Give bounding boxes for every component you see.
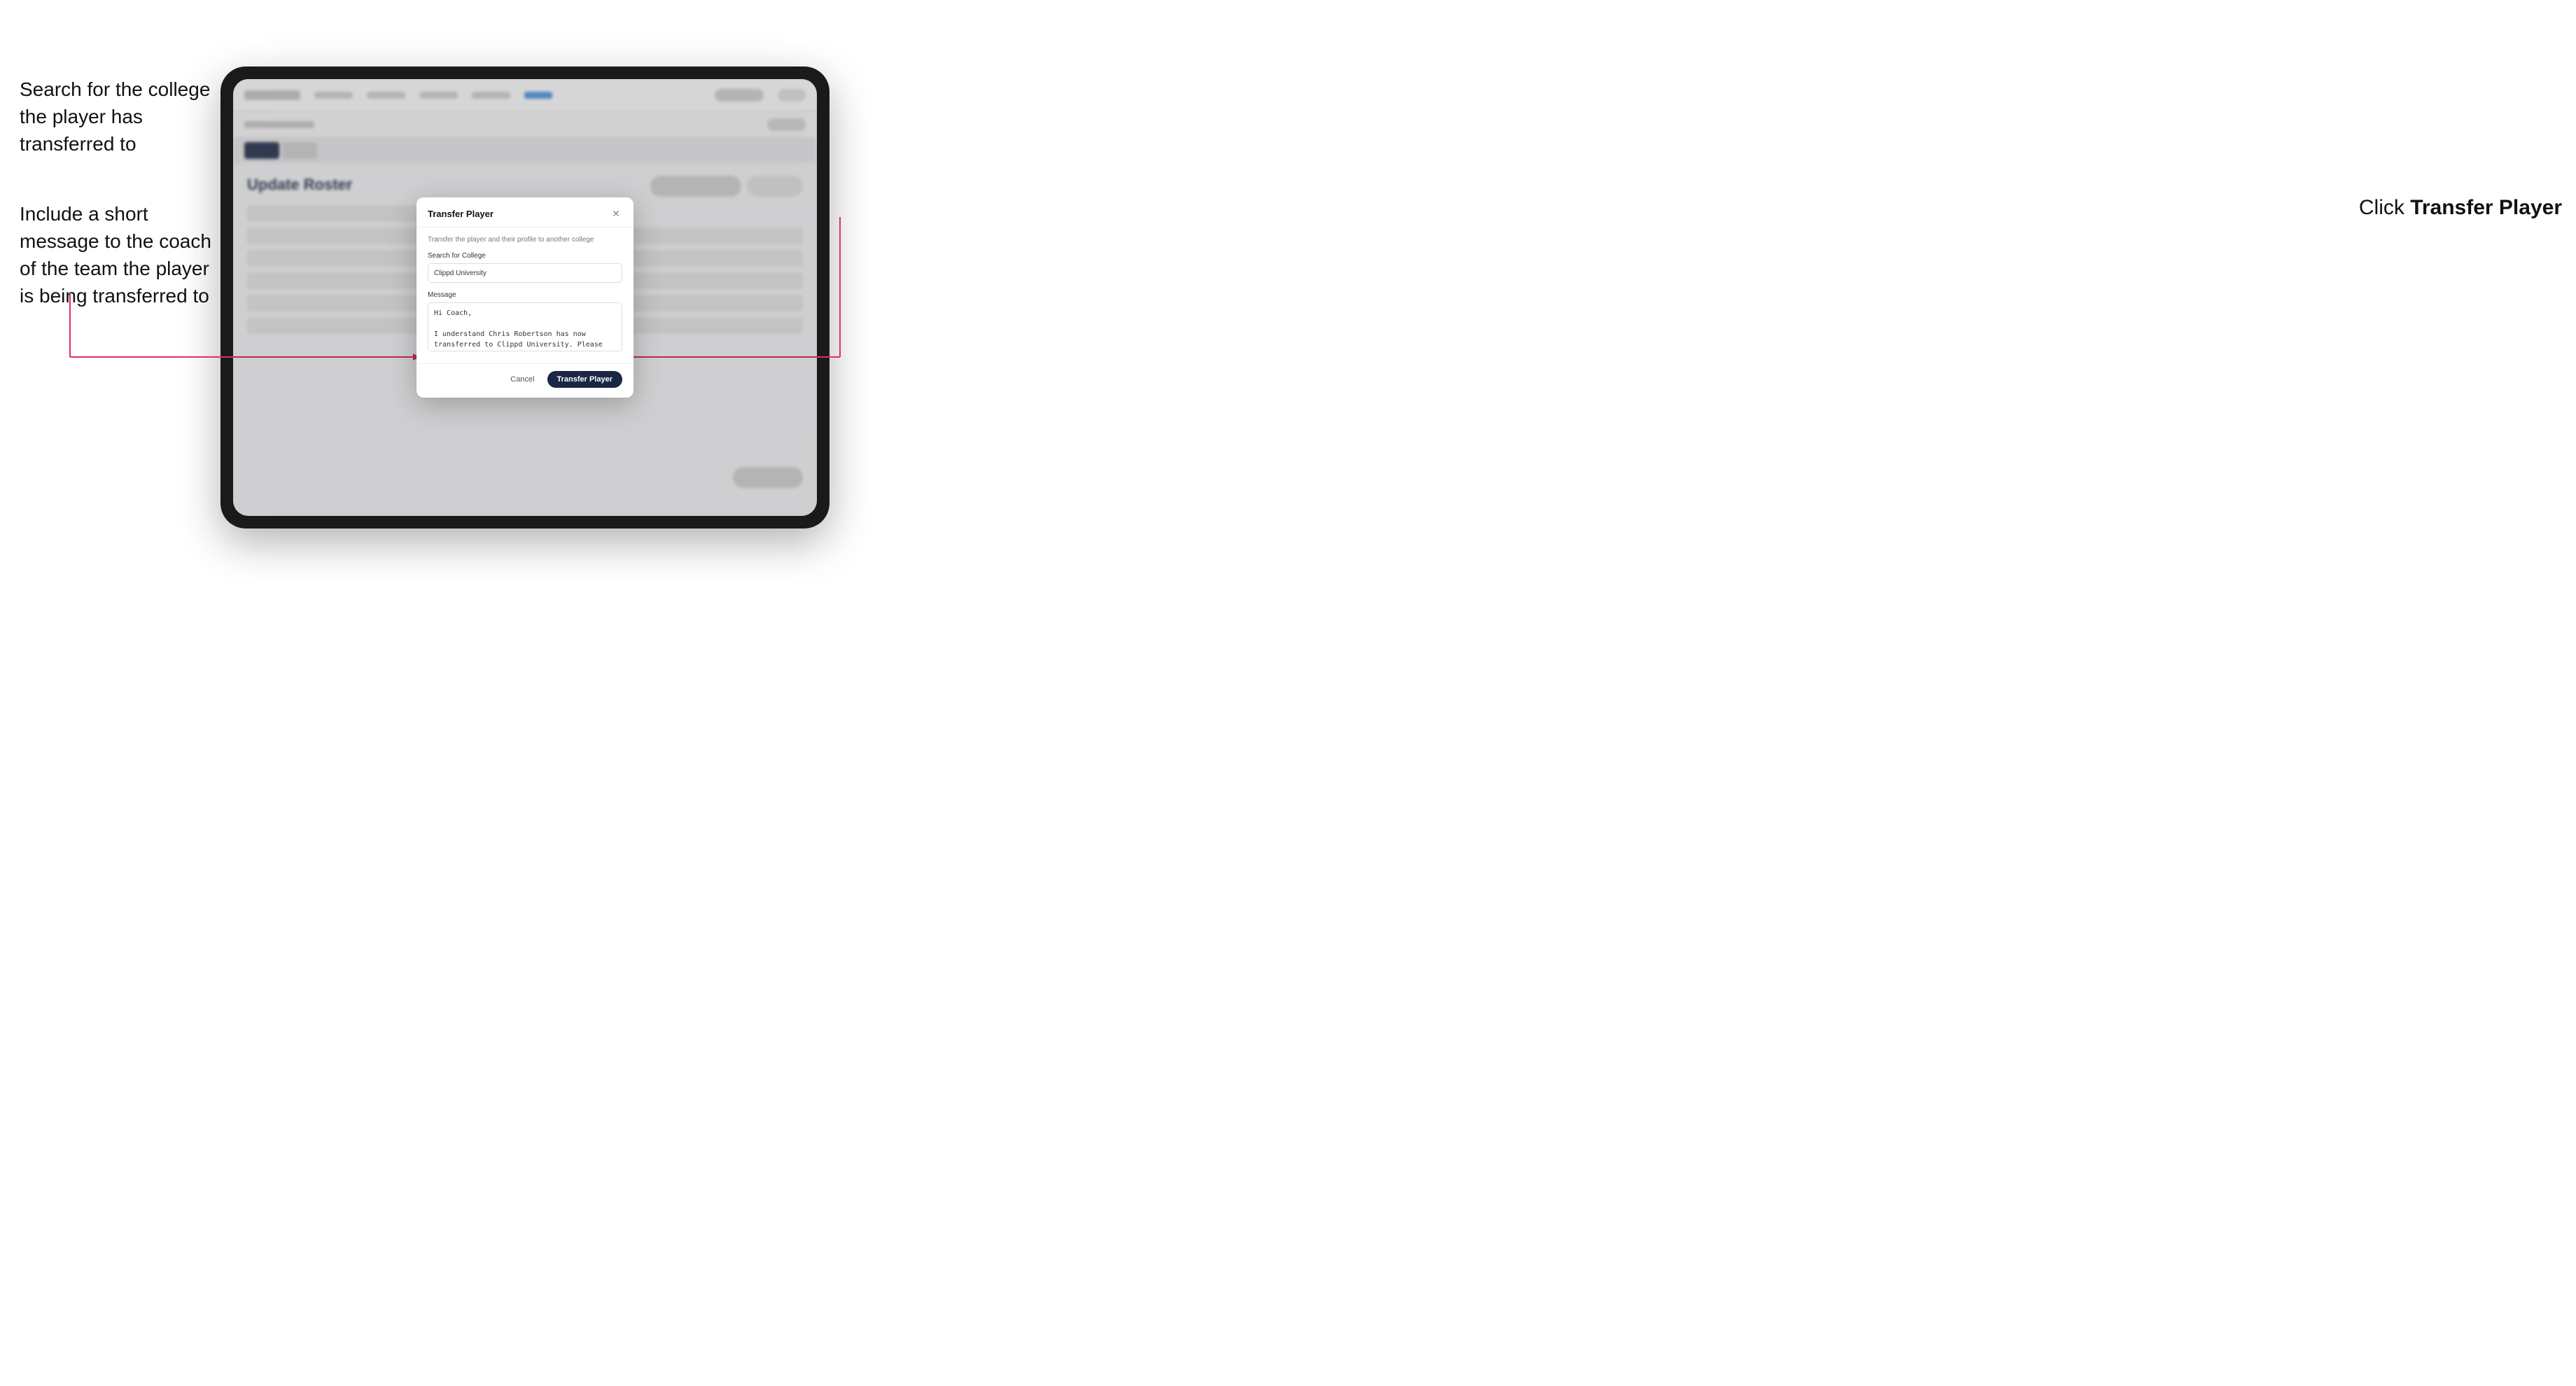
ipad-frame: Update Roster Transfer Player [220, 66, 830, 528]
message-textarea[interactable] [428, 302, 622, 351]
annotation-right: Click Transfer Player [2359, 196, 2562, 220]
annotation-left-container: Search for the college the player has tr… [20, 76, 216, 309]
modal-body: Transfer the player and their profile to… [416, 227, 634, 363]
search-college-input[interactable] [428, 263, 622, 283]
annotation-left-top: Search for the college the player has tr… [20, 76, 216, 158]
modal-header: Transfer Player ✕ [416, 197, 634, 227]
message-label: Message [428, 291, 622, 299]
modal-title: Transfer Player [428, 209, 493, 219]
search-college-label: Search for College [428, 252, 622, 260]
modal-close-button[interactable]: ✕ [610, 207, 622, 220]
ipad-screen: Update Roster Transfer Player [233, 79, 817, 516]
cancel-button[interactable]: Cancel [505, 372, 540, 386]
transfer-player-modal: Transfer Player ✕ Transfer the player an… [416, 197, 634, 398]
transfer-player-button[interactable]: Transfer Player [547, 371, 623, 388]
annotation-left-bottom: Include a short message to the coach of … [20, 200, 216, 310]
modal-overlay: Transfer Player ✕ Transfer the player an… [233, 79, 817, 516]
modal-footer: Cancel Transfer Player [416, 363, 634, 398]
modal-description: Transfer the player and their profile to… [428, 236, 622, 244]
